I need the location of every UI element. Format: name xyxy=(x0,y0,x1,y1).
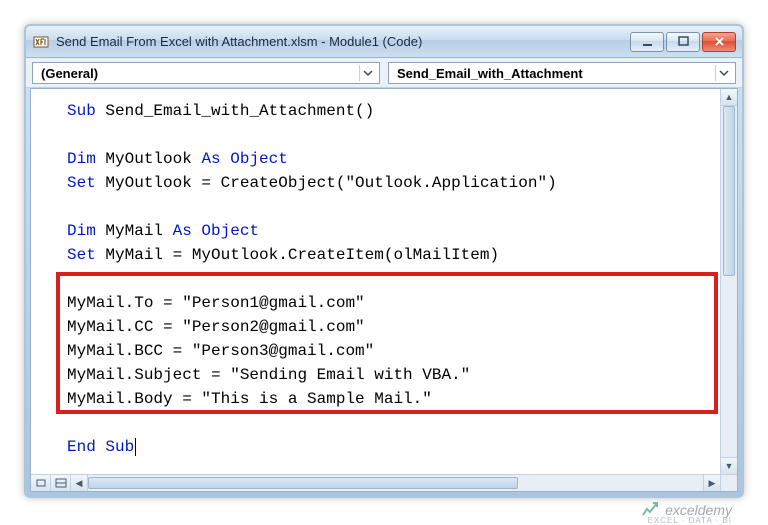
vertical-scroll-thumb[interactable] xyxy=(723,106,735,276)
close-button[interactable] xyxy=(702,32,736,52)
object-dropdown-value: (General) xyxy=(41,66,98,81)
vertical-scrollbar[interactable]: ▲ ▼ xyxy=(720,89,737,474)
scroll-down-button[interactable]: ▼ xyxy=(721,457,737,474)
procedure-dropdown[interactable]: Send_Email_with_Attachment xyxy=(388,62,736,84)
watermark: exceldemy EXCEL · DATA · BI xyxy=(641,501,732,519)
watermark-subtext: EXCEL · DATA · BI xyxy=(648,516,732,525)
scrollbar-corner xyxy=(720,474,737,491)
titlebar[interactable]: Send Email From Excel with Attachment.xl… xyxy=(26,26,742,58)
minimize-button[interactable] xyxy=(630,32,664,52)
procedure-dropdown-value: Send_Email_with_Attachment xyxy=(397,66,583,81)
chevron-down-icon xyxy=(715,65,731,81)
horizontal-scrollbar[interactable]: ◀ ▶ xyxy=(31,474,720,491)
dropdown-bar: (General) Send_Email_with_Attachment xyxy=(26,58,742,88)
maximize-button[interactable] xyxy=(666,32,700,52)
code-content: Sub Send_Email_with_Attachment() Dim MyO… xyxy=(67,99,720,459)
scroll-right-button[interactable]: ▶ xyxy=(703,475,720,491)
horizontal-scroll-thumb[interactable] xyxy=(88,477,518,489)
object-dropdown[interactable]: (General) xyxy=(32,62,380,84)
chevron-down-icon xyxy=(359,65,375,81)
vba-code-window: Send Email From Excel with Attachment.xl… xyxy=(24,24,744,498)
text-cursor xyxy=(135,438,136,456)
window-controls xyxy=(630,32,736,52)
window-title: Send Email From Excel with Attachment.xl… xyxy=(56,34,624,49)
procedure-view-button[interactable] xyxy=(31,475,51,491)
code-editor[interactable]: Sub Send_Email_with_Attachment() Dim MyO… xyxy=(31,89,720,474)
full-module-view-button[interactable] xyxy=(51,475,71,491)
code-client-area: Sub Send_Email_with_Attachment() Dim MyO… xyxy=(30,88,738,492)
scroll-left-button[interactable]: ◀ xyxy=(71,475,88,491)
scroll-up-button[interactable]: ▲ xyxy=(721,89,737,106)
vba-module-icon xyxy=(32,33,50,51)
